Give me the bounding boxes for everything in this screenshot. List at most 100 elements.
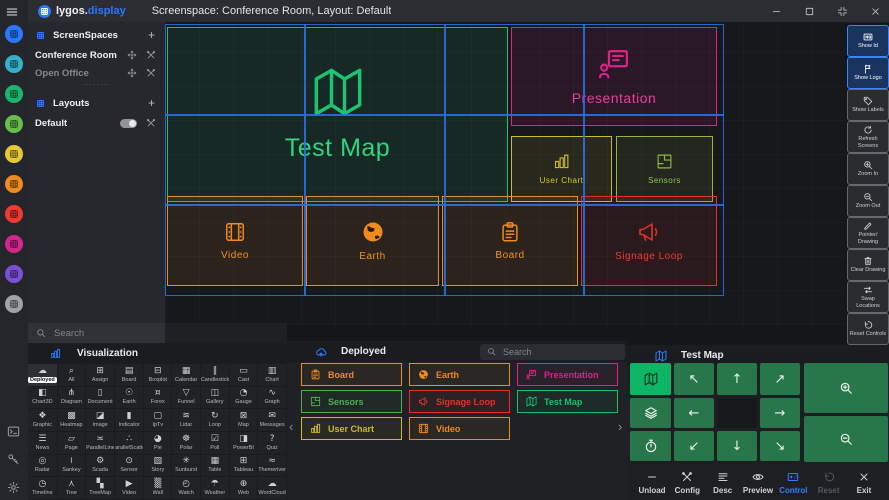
viz-item-page[interactable]: ▱Page: [58, 432, 86, 455]
viz-item-sunburst[interactable]: ✳Sunburst: [172, 455, 200, 478]
pan-left-button[interactable]: ←: [674, 398, 714, 428]
tile-board[interactable]: Board: [442, 196, 578, 286]
move-icon[interactable]: [127, 50, 137, 60]
viz-item-map[interactable]: ⊠Map: [230, 409, 258, 432]
deployed-pager-prev[interactable]: ‹: [289, 419, 293, 434]
viz-item-watch[interactable]: ◴Watch: [172, 477, 200, 500]
viz-item-scada[interactable]: ⚙Scada: [86, 455, 115, 478]
viz-item-pie[interactable]: ◕Pie: [144, 432, 172, 455]
viz-item-gallery[interactable]: ◫Gallery: [201, 387, 230, 410]
app-shortcut-1[interactable]: [5, 25, 23, 43]
deployed-item-test-map[interactable]: Test Map: [517, 390, 618, 413]
zoom-out-button[interactable]: [804, 416, 888, 462]
viz-item-themeriver[interactable]: ≈Themeriver: [258, 455, 287, 478]
deployed-item-signage-loop[interactable]: Signage Loop: [409, 390, 510, 413]
viz-item-sankey[interactable]: ≀Sankey: [58, 455, 86, 478]
viz-item-poll[interactable]: ☑Poll: [201, 432, 230, 455]
edit-tools-icon[interactable]: [146, 118, 156, 128]
viz-item-messages[interactable]: ✉Messages: [258, 409, 287, 432]
tile-sensors[interactable]: Sensors: [616, 136, 713, 202]
swap-locations-button[interactable]: Swap Locations: [847, 281, 889, 313]
close-button[interactable]: [870, 6, 881, 17]
layout-toggle[interactable]: [120, 119, 137, 128]
app-shortcut-3[interactable]: [5, 85, 23, 103]
deployed-search[interactable]: [480, 344, 625, 360]
viz-item-news[interactable]: ☰News: [28, 432, 58, 455]
reset-button[interactable]: Reset: [812, 465, 846, 500]
viz-item-treemap[interactable]: ▚TreeMap: [86, 477, 115, 500]
viz-item-chart[interactable]: ▥Chart: [258, 364, 287, 387]
show-id-button[interactable]: Show Id: [847, 25, 889, 57]
screenspace-row[interactable]: Conference Room: [28, 46, 165, 64]
viz-item-indicator[interactable]: ▮Indicator: [115, 409, 144, 432]
pan-up-button[interactable]: ↑: [717, 363, 757, 395]
edit-tools-icon[interactable]: [146, 50, 156, 60]
library-search[interactable]: [28, 323, 165, 343]
viz-item-graph[interactable]: ∿Graph: [258, 387, 287, 410]
desc-button[interactable]: Desc: [706, 465, 740, 500]
viz-item-wall[interactable]: ▒Wall: [144, 477, 172, 500]
app-shortcut-4[interactable]: [5, 115, 23, 133]
config-button[interactable]: Config: [670, 465, 704, 500]
viz-item-chart3d[interactable]: ◧Chart3D: [28, 387, 58, 410]
deployed-item-user-chart[interactable]: User Chart: [301, 417, 402, 440]
viz-item-tableau[interactable]: ⊞Tableau: [230, 455, 258, 478]
maximize-button[interactable]: [804, 6, 815, 17]
tile-presentation[interactable]: Presentation: [511, 27, 717, 126]
pan-down-left-button[interactable]: ↙: [674, 431, 714, 461]
viz-item-earth[interactable]: ☉Earth: [115, 387, 144, 410]
viz-item-lidar[interactable]: ≋Lidar: [172, 409, 200, 432]
viz-item-board[interactable]: ▤Board: [115, 364, 144, 387]
viz-item-web[interactable]: ⊕Web: [230, 477, 258, 500]
viz-item-wordcloud[interactable]: ☁WordCloud: [258, 477, 287, 500]
deployed-item-video[interactable]: Video: [409, 417, 510, 440]
app-shortcut-10[interactable]: [5, 295, 23, 313]
control-button[interactable]: Control: [776, 465, 810, 500]
zoom-out-button[interactable]: Zoom Out: [847, 185, 889, 217]
app-shortcut-9[interactable]: [5, 265, 23, 283]
viz-item-table[interactable]: ▦Table: [201, 455, 230, 478]
viz-item-parallelline[interactable]: ≍ParallelLine: [86, 432, 115, 455]
panel-drag-handle[interactable]: ········: [28, 80, 165, 89]
viz-item-arallelscatte[interactable]: ∴arallelScatte: [115, 432, 144, 455]
exit-button[interactable]: Exit: [847, 465, 881, 500]
zoom-in-button[interactable]: [804, 363, 888, 413]
unload-button[interactable]: Unload: [635, 465, 669, 500]
viz-item-polar[interactable]: ☸Polar: [172, 432, 200, 455]
viz-item-quiz[interactable]: ?Quiz: [258, 432, 287, 455]
compass-button[interactable]: [630, 431, 671, 461]
deployed-item-earth[interactable]: Earth: [409, 363, 510, 386]
layers-button[interactable]: [630, 398, 671, 428]
app-shortcut-5[interactable]: [5, 145, 23, 163]
viz-item-graphic[interactable]: ❖Graphic: [28, 409, 58, 432]
viz-item-assign[interactable]: ⊞Assign: [86, 364, 115, 387]
viz-item-powerbi[interactable]: ◨PowerBI: [230, 432, 258, 455]
app-shortcut-2[interactable]: [5, 55, 23, 73]
viz-item-funnel[interactable]: ▽Funnel: [172, 387, 200, 410]
viz-item-candlestick[interactable]: ∥Candlestick: [201, 364, 230, 387]
pointer-drawing-button[interactable]: Pointer/ Drawing: [847, 217, 889, 249]
viz-item-calendar[interactable]: ▦Calendar: [172, 364, 200, 387]
settings-button[interactable]: [7, 481, 20, 494]
app-shortcut-7[interactable]: [5, 205, 23, 223]
clear-drawing-button[interactable]: Clear Drawing: [847, 249, 889, 281]
edit-tools-icon[interactable]: [146, 68, 156, 78]
move-icon[interactable]: [127, 68, 137, 78]
tile-user-chart[interactable]: User Chart: [511, 136, 612, 202]
tile-video[interactable]: Video: [167, 196, 303, 286]
viz-item-forex[interactable]: ¤Forex: [144, 387, 172, 410]
deployed-search-input[interactable]: [501, 346, 605, 358]
viz-item-timeline[interactable]: ◷Timeline: [28, 477, 58, 500]
compress-button[interactable]: [837, 6, 848, 17]
viz-item-gauge[interactable]: ◔Gauge: [230, 387, 258, 410]
pan-down-button[interactable]: ↓: [717, 431, 757, 461]
viz-item-heatmap[interactable]: ▩Heatmap: [58, 409, 86, 432]
pan-right-button[interactable]: →: [760, 398, 800, 428]
refresh-screens-button[interactable]: Refresh Screens: [847, 121, 889, 153]
viz-item-all[interactable]: ⌕All: [58, 364, 86, 387]
viz-item-image[interactable]: ◪Image: [86, 409, 115, 432]
layout-row[interactable]: Default: [28, 114, 165, 132]
reset-controls-button[interactable]: Reset Controls: [847, 313, 889, 345]
viz-item-video[interactable]: ▶Video: [115, 477, 144, 500]
menu-button[interactable]: [5, 5, 19, 19]
